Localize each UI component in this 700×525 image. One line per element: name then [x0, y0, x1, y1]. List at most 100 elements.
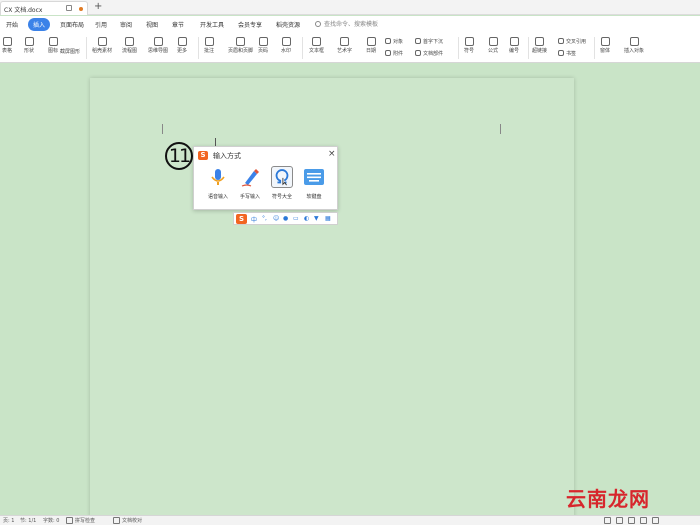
mindmap-icon	[153, 37, 163, 46]
section-indicator[interactable]: 节: 1/1	[20, 517, 36, 524]
calendar-icon	[366, 37, 376, 46]
page-indicator[interactable]: 页: 1	[3, 517, 14, 524]
header-footer-icon	[236, 37, 245, 46]
skin-icon[interactable]: ◐	[304, 215, 309, 222]
emoji-icon[interactable]: ☺	[273, 215, 279, 222]
menu-member[interactable]: 会员专享	[238, 20, 262, 29]
icons-icon	[48, 37, 58, 46]
close-icon[interactable]: ×	[328, 149, 336, 159]
icon-tool[interactable]: 图标	[48, 37, 58, 54]
date-tool[interactable]: 日期	[366, 37, 376, 54]
textbox-tool[interactable]: 文本框	[309, 37, 324, 54]
insert-object-tool[interactable]: 插入对象	[624, 37, 644, 54]
dropcap-icon	[415, 38, 421, 44]
spellcheck-icon[interactable]	[66, 517, 73, 524]
read-mode-icon[interactable]	[652, 517, 659, 524]
more-tool[interactable]: 更多	[177, 37, 187, 54]
ime-mode-toggle[interactable]: 中	[251, 215, 257, 224]
toolbar-divider	[302, 37, 303, 59]
wordart-tool[interactable]: 艺术字	[337, 37, 352, 54]
toolbar-divider	[86, 37, 87, 59]
keyboard-icon[interactable]: ▭	[293, 215, 299, 222]
sogou-logo-icon[interactable]: S	[236, 214, 247, 224]
doc-parts-tool[interactable]: 文档部件	[415, 50, 443, 57]
shape-tool[interactable]: 形状	[24, 37, 34, 54]
doc-check-label[interactable]: 文档校对	[122, 517, 142, 524]
spellcheck-label[interactable]: 拼写检查	[75, 517, 95, 524]
menu-page-layout[interactable]: 页面布局	[60, 20, 84, 29]
cross-ref-tool[interactable]: 交叉引用	[558, 38, 586, 45]
menu-insert[interactable]: 插入	[28, 18, 51, 31]
flowchart-tool[interactable]: 流程图	[122, 37, 137, 54]
dropcap-tool[interactable]: 首字下沉	[415, 38, 443, 45]
form-icon	[600, 37, 610, 46]
menu-docer[interactable]: 稻壳资源	[276, 20, 300, 29]
page-number-label: 页码	[258, 48, 269, 54]
form-tool[interactable]: 窗体	[600, 37, 610, 54]
comment-tool[interactable]: 批注	[204, 37, 214, 54]
document-page[interactable]	[90, 78, 574, 518]
symbol-tool[interactable]: 符号	[464, 37, 474, 54]
cross-ref-label: 交叉引用	[566, 39, 587, 45]
page-view-icon[interactable]	[616, 517, 623, 524]
mindmap-tool[interactable]: 思维导图	[148, 37, 168, 54]
view-mode-icon[interactable]	[604, 517, 611, 524]
numbering-icon	[509, 37, 519, 46]
dropcap-label: 首字下沉	[423, 39, 444, 45]
table-icon	[2, 37, 12, 46]
shape-icon	[24, 37, 34, 46]
page-number-icon	[258, 37, 268, 46]
doc-check-icon[interactable]	[113, 517, 120, 524]
menu-developer[interactable]: 开发工具	[200, 20, 224, 29]
new-tab-button[interactable]: +	[94, 1, 102, 12]
outline-view-icon[interactable]	[628, 517, 635, 524]
link-icon	[535, 37, 544, 46]
bookmark-tool[interactable]: 书签	[558, 50, 576, 57]
menu-review[interactable]: 审阅	[120, 20, 132, 29]
punctuation-toggle[interactable]: °,	[262, 215, 267, 222]
menu-references[interactable]: 引用	[95, 20, 107, 29]
header-footer-tool[interactable]: 页眉和页脚	[228, 37, 253, 54]
comment-icon	[204, 37, 214, 46]
attachment-tool[interactable]: 附件	[385, 50, 403, 57]
handwriting-input-option[interactable]: 手写输入	[236, 165, 264, 205]
screenshot-tool[interactable]: 截屏图形	[60, 48, 80, 55]
menu-section[interactable]: 章节	[172, 20, 184, 29]
web-view-icon[interactable]	[640, 517, 647, 524]
attachment-label: 附件	[393, 51, 404, 57]
formula-label: 公式	[488, 48, 499, 54]
page-number-tool[interactable]: 页码	[258, 37, 268, 54]
numbering-label: 编号	[509, 48, 520, 54]
menu-view[interactable]: 视图	[146, 20, 158, 29]
symbol-collection-option[interactable]: 符号大全	[268, 165, 296, 205]
popup-title: 输入方式	[213, 152, 241, 160]
soft-keyboard-option[interactable]: 软键盘	[300, 165, 328, 205]
search-icon	[315, 21, 321, 27]
object-tool[interactable]: 对象	[385, 38, 403, 45]
watermark-tool[interactable]: 水印	[281, 37, 291, 54]
toolbar-divider	[458, 37, 459, 59]
word-count[interactable]: 字数: 0	[43, 517, 59, 524]
form-label: 窗体	[600, 48, 611, 54]
microphone-icon[interactable]: ●	[283, 215, 288, 222]
document-tab[interactable]: CX 文档.docx	[0, 1, 88, 15]
watermark-label: 水印	[281, 48, 292, 54]
docer-material-tool[interactable]: 稻壳素材	[92, 37, 112, 54]
cross-ref-icon	[558, 38, 564, 44]
toolbar-divider	[198, 37, 199, 59]
shirt-icon[interactable]: ▼	[314, 215, 319, 222]
insert-toolbar: 表格 形状 图标 截屏图形 稻壳素材 流程图 思维导图 更多 批注 页眉和页脚 …	[0, 33, 700, 63]
toolbox-icon[interactable]: ▦	[325, 215, 331, 222]
wordart-icon	[340, 37, 349, 46]
symbol-label: 符号	[464, 48, 475, 54]
hyperlink-tool[interactable]: 超链接	[532, 37, 547, 54]
omega-icon	[271, 166, 293, 188]
table-tool[interactable]: 表格	[2, 37, 12, 54]
menu-home[interactable]: 开始	[6, 20, 18, 29]
voice-input-option[interactable]: 语音输入	[204, 165, 232, 205]
command-search[interactable]: 查找命令、搜索模板	[315, 19, 378, 30]
bookmark-label: 书签	[566, 51, 577, 57]
formula-tool[interactable]: 公式	[488, 37, 498, 54]
pin-icon[interactable]	[66, 5, 72, 11]
numbering-tool[interactable]: 编号	[509, 37, 519, 54]
